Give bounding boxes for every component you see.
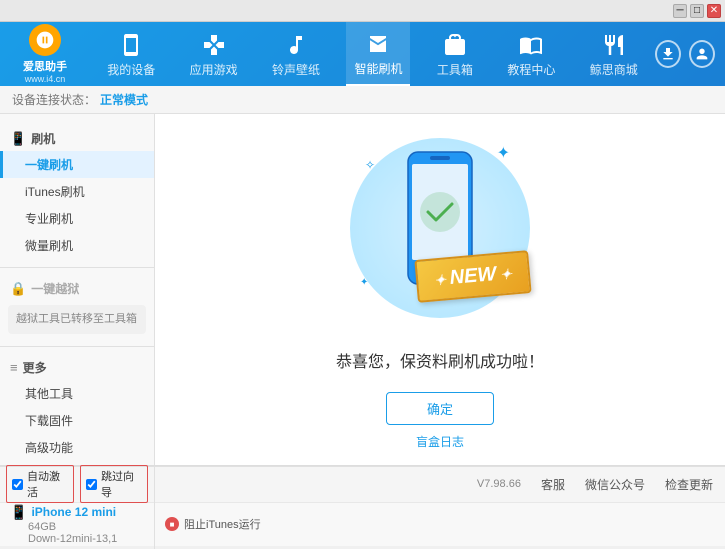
- sidebar-jailbreak-notice: 越狱工具已转移至工具箱: [8, 305, 146, 334]
- wechat-link[interactable]: 微信公众号: [585, 476, 645, 493]
- sparkle-2: ✧: [365, 158, 375, 172]
- check-update-link[interactable]: 检查更新: [665, 476, 713, 493]
- app-header: 爱思助手 www.i4.cn 我的设备 应用游戏 铃声壁纸 智能刷机: [0, 22, 725, 86]
- app-name: 爱思助手: [23, 58, 67, 74]
- device-name: iPhone 12 mini: [31, 505, 116, 519]
- smart-store-nav-icon: [364, 30, 392, 58]
- app-logo: 爱思助手 www.i4.cn: [0, 24, 90, 84]
- sidebar-jailbreak-section: 🔒 一键越狱 越狱工具已转移至工具箱: [0, 272, 154, 342]
- version-text: V7.98.66: [477, 478, 521, 490]
- auto-activate-label: 自动激活: [27, 468, 68, 500]
- weibo-mall-nav-icon: [600, 31, 628, 59]
- user-button[interactable]: [689, 40, 715, 68]
- main-content: 📱 刷机 一键刷机 iTunes刷机 专业刷机 微量刷机: [0, 114, 725, 465]
- skip-wizard-checkbox[interactable]: [86, 479, 97, 490]
- skip-wizard-label: 跳过向导: [101, 468, 142, 500]
- nav-item-apps-games[interactable]: 应用游戏: [182, 22, 246, 86]
- sidebar-more-label: 更多: [23, 359, 47, 376]
- sidebar-flash-section: 📱 刷机 一键刷机 iTunes刷机 专业刷机 微量刷机: [0, 122, 154, 263]
- nav-item-tutorial[interactable]: 教程中心: [499, 22, 563, 86]
- sidebar-item-advanced[interactable]: 高级功能: [0, 434, 154, 461]
- ringtone-wallpaper-nav-icon: [282, 31, 310, 59]
- sidebar-item-download-firmware[interactable]: 下载固件: [0, 407, 154, 434]
- stop-icon: ■: [165, 517, 179, 531]
- sidebar-item-itunes-flash[interactable]: iTunes刷机: [0, 178, 154, 205]
- maximize-button[interactable]: □: [690, 4, 704, 18]
- sidebar-more-header: ≡ 更多: [0, 355, 154, 380]
- toolbox-nav-icon: [441, 31, 469, 59]
- new-badge: NEW: [414, 250, 531, 303]
- nav-item-ringtone-wallpaper[interactable]: 铃声壁纸: [264, 22, 328, 86]
- sidebar-more-section: ≡ 更多 其他工具 下载固件 高级功能: [0, 351, 154, 465]
- nav-item-weibo-mall[interactable]: 鲸思商城: [582, 22, 646, 86]
- sidebar-jailbreak-header: 🔒 一键越狱: [0, 276, 154, 301]
- logo-icon: [29, 24, 61, 56]
- sidebar-jailbreak-label: 一键越狱: [31, 280, 79, 297]
- checkbox-skip-wizard[interactable]: 跳过向导: [80, 465, 148, 503]
- auto-activate-checkbox[interactable]: [12, 479, 23, 490]
- nav-item-my-device[interactable]: 我的设备: [99, 22, 163, 86]
- device-icon: 📱: [10, 504, 27, 521]
- device-storage: 64GB: [10, 521, 144, 533]
- sparkle-3: ✦: [360, 277, 368, 288]
- sidebar-divider-1: [0, 267, 154, 268]
- phone-illustration: ✦ ✧ ✦: [340, 128, 540, 328]
- main-wrapper: 📱 刷机 一键刷机 iTunes刷机 专业刷机 微量刷机: [0, 114, 725, 523]
- itunes-stop-button[interactable]: ■ 阻止iTunes运行: [155, 516, 271, 532]
- sidebar-item-pro-flash[interactable]: 专业刷机: [0, 205, 154, 232]
- customer-service-link[interactable]: 客服: [541, 476, 565, 493]
- checkbox-auto-activate[interactable]: 自动激活: [6, 465, 74, 503]
- apps-games-nav-icon: [200, 31, 228, 59]
- status-bar: 设备连接状态： 正常模式: [0, 86, 725, 114]
- more-icon: ≡: [10, 360, 18, 375]
- sidebar-item-one-click-flash[interactable]: 一键刷机: [0, 151, 154, 178]
- lock-icon: 🔒: [10, 281, 26, 297]
- sparkle-1: ✦: [497, 143, 510, 163]
- nav-item-toolbox[interactable]: 工具箱: [429, 22, 481, 86]
- tutorial-nav-icon: [517, 31, 545, 59]
- sidebar-item-micro-flash[interactable]: 微量刷机: [0, 232, 154, 259]
- header-actions: [655, 40, 725, 68]
- sidebar-divider-2: [0, 346, 154, 347]
- success-message: 恭喜您，保资料刷机成功啦！: [336, 348, 544, 372]
- sidebar-flash-header: 📱 刷机: [0, 126, 154, 151]
- nav-item-smart-store[interactable]: 智能刷机: [346, 22, 410, 86]
- status-value: 正常模式: [100, 91, 148, 108]
- status-label: 设备连接状态：: [12, 91, 96, 108]
- app-url: www.i4.cn: [25, 74, 66, 84]
- nav-bar: 我的设备 应用游戏 铃声壁纸 智能刷机 工具箱 教程中心: [90, 22, 655, 86]
- title-bar: ─ □ ✕: [0, 0, 725, 22]
- flash-icon: 📱: [10, 131, 26, 147]
- download-button[interactable]: [655, 40, 681, 68]
- content-area: ✦ ✧ ✦: [155, 114, 725, 465]
- itunes-stop-label: 阻止iTunes运行: [184, 516, 261, 532]
- my-device-nav-icon: [117, 31, 145, 59]
- confirm-button[interactable]: 确定: [386, 392, 494, 425]
- close-button[interactable]: ✕: [707, 4, 721, 18]
- device-firmware: Down-12mini-13,1: [10, 533, 144, 545]
- sidebar-item-other-tools[interactable]: 其他工具: [0, 380, 154, 407]
- bottom-section: 自动激活 跳过向导 V7.98.66 客服 微信公众号 检查更新 📱 iPh: [0, 465, 725, 546]
- sidebar: 📱 刷机 一键刷机 iTunes刷机 专业刷机 微量刷机: [0, 114, 155, 465]
- daily-log-button[interactable]: 盲盒日志: [416, 433, 464, 450]
- minimize-button[interactable]: ─: [673, 4, 687, 18]
- sidebar-flash-label: 刷机: [31, 130, 55, 147]
